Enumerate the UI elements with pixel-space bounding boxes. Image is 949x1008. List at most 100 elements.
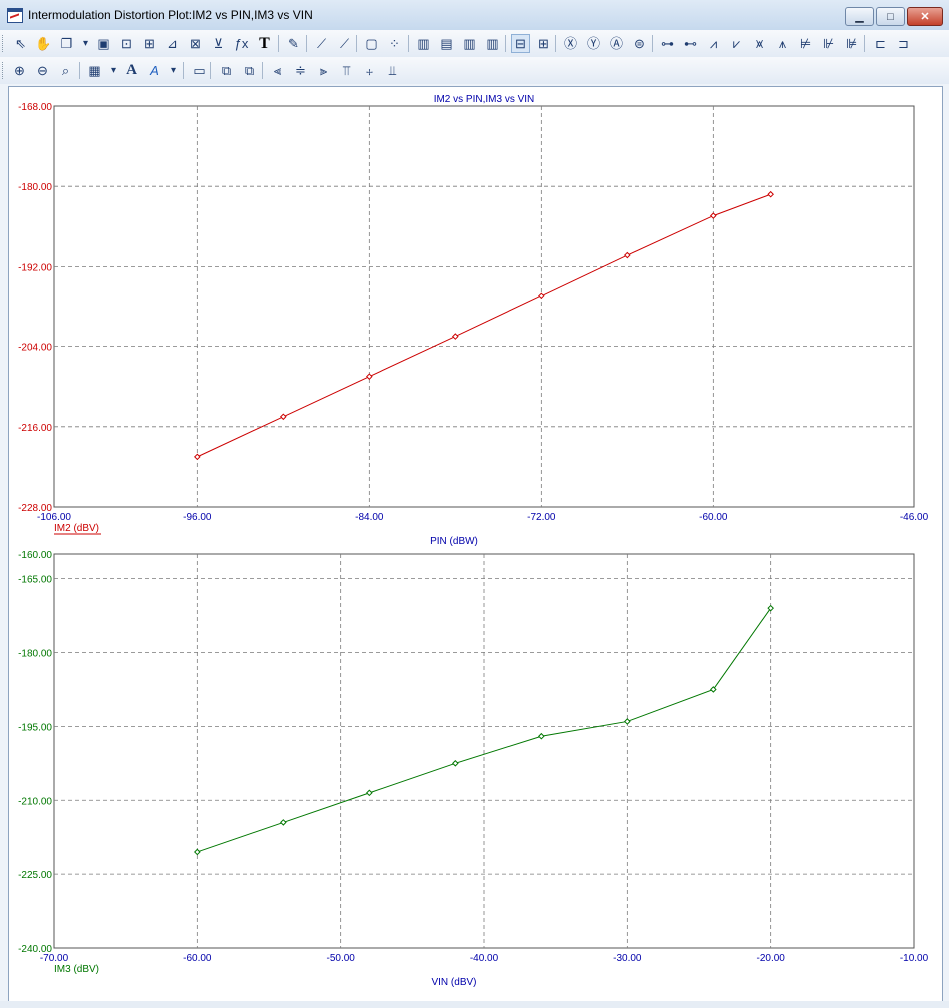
axis-button[interactable]: ⊞ (140, 34, 159, 53)
zoom-100-button[interactable]: ⌕ (56, 61, 75, 80)
pan-hand-button[interactable]: ✋ (34, 34, 53, 53)
chart-2: -70.00 -60.00 -50.00 -40.00 -30.00 -20.00 -10.… (18, 550, 929, 988)
align-bottom-button[interactable]: ⫫ (383, 61, 402, 80)
status-bar (0, 1001, 949, 1008)
slope-neg-button[interactable]: ⩚ (773, 34, 792, 53)
marker-valley-button[interactable]: ⊷ (681, 34, 700, 53)
data-point (194, 453, 201, 461)
toolbar-separator (864, 35, 865, 52)
zoom-x-button[interactable]: Ⓧ (561, 34, 580, 53)
zoom-x-icon: Ⓧ (563, 36, 577, 51)
toolbar-grip[interactable] (2, 35, 6, 52)
trace-button[interactable]: ⊿ (163, 34, 182, 53)
data-point (538, 292, 545, 300)
function-button[interactable]: ƒx (232, 34, 251, 53)
zoom-y-icon: Ⓨ (586, 36, 600, 51)
x-tick-label: -96.00 (183, 512, 212, 523)
data-point (194, 848, 201, 856)
title-bar[interactable]: Intermodulation Distortion Plot:IM2 vs P… (0, 0, 949, 31)
y-axis-label: IM2 (dBV) (54, 523, 99, 534)
properties-button[interactable]: ✎ (284, 34, 303, 53)
y-tick-label: -180.00 (18, 649, 52, 660)
align-middle-button[interactable]: ⧾ (360, 61, 379, 80)
minimize-icon: ▁ (855, 11, 864, 23)
x-axis-label: VIN (dBV) (431, 977, 476, 988)
y-axis-label: IM3 (dBV) (54, 964, 99, 975)
x-tick-label: -72.00 (527, 512, 556, 523)
plot-area[interactable]: -106.00 -96.00 -84.00 -72.00 -60.00 -46.00 -16… (8, 86, 943, 1002)
slope-pos-icon: ⩙ (755, 36, 764, 51)
grid-dots-button[interactable]: ⁘ (385, 34, 404, 53)
plot-canvas[interactable]: -106.00 -96.00 -84.00 -72.00 -60.00 -46.00-16… (9, 87, 942, 1001)
text-tool-button[interactable]: T (255, 34, 274, 53)
close-button[interactable]: ✕ (907, 7, 943, 26)
align-left-button[interactable]: ⫷ (268, 61, 287, 80)
copy-plot-button[interactable]: ❐ (57, 34, 76, 53)
cursor-col4-button[interactable]: ▥ (483, 34, 502, 53)
text-color-button[interactable]: A (145, 61, 164, 80)
layout-grid-button[interactable]: ▦ (85, 61, 104, 80)
app-icon[interactable] (7, 8, 23, 23)
toolbar-separator (210, 62, 211, 79)
image-button[interactable]: ▣ (94, 34, 113, 53)
toolbar-separator (278, 35, 279, 52)
line-plot-button[interactable]: ⟋ (312, 34, 331, 53)
bring-front-button[interactable]: ⧉ (217, 61, 236, 80)
send-back-icon: ⧉ (244, 63, 255, 78)
data-point (538, 732, 545, 740)
select-arrow-button[interactable]: ⇖ (11, 34, 30, 53)
fit-width-button[interactable]: ⊏ (871, 34, 890, 53)
x-tick-label: -84.00 (355, 512, 384, 523)
zoom-reset-button[interactable]: ⊜ (630, 34, 649, 53)
crosshair-button[interactable]: ⊞ (534, 34, 553, 53)
fit-height-button[interactable]: ⊐ (894, 34, 913, 53)
minimize-button[interactable]: ▁ (845, 7, 874, 26)
send-back-button[interactable]: ⧉ (240, 61, 259, 80)
slope-pos-button[interactable]: ⩙ (750, 34, 769, 53)
toolbar-separator (262, 62, 263, 79)
trace-icon: ⊿ (167, 36, 178, 51)
intersect-button[interactable]: ⊭ (796, 34, 815, 53)
font-icon: A (126, 62, 137, 78)
zoom-in-button[interactable]: ⊕ (10, 61, 29, 80)
dropdown-arrow-button[interactable]: ▾ (80, 34, 91, 53)
diff-icon: ⊯ (845, 36, 858, 51)
cross-button[interactable]: ⊮ (819, 34, 838, 53)
cursor-col3-button[interactable]: ▥ (460, 34, 479, 53)
align-center-button[interactable]: ≑ (291, 61, 310, 80)
cursor-col2-button[interactable]: ▤ (437, 34, 456, 53)
fall-icon: ⩗ (732, 36, 741, 51)
align-right-button[interactable]: ⫸ (314, 61, 333, 80)
zoom-out-button[interactable]: ⊖ (33, 61, 52, 80)
hline-button[interactable]: ⊟ (511, 34, 530, 53)
zoom-fit-button[interactable]: ⊡ (117, 34, 136, 53)
hline-icon: ⊟ (515, 36, 526, 51)
point-plot-button[interactable]: ⟋ (335, 34, 354, 53)
zoom-all-button[interactable]: Ⓐ (607, 34, 626, 53)
zoom-y-button[interactable]: Ⓨ (584, 34, 603, 53)
y-tick-label: -204.00 (18, 343, 52, 354)
align-top-button[interactable]: ⫪ (337, 61, 356, 80)
font-button[interactable]: A (122, 61, 141, 80)
toolbar-grip[interactable] (2, 62, 6, 79)
main-toolbar: ⇖ ✋ ❐ ▾ ▣ ⊡ ⊞ ⊿ ⊠ ⊻ ƒx T ✎ ⟋ ⟋ ▢ ⁘ ▥ ▤ ▥ ▥ ⊟ ⊞ Ⓧ Ⓨ Ⓐ ⊜ ⊶ ⊷ ⩘ ⩗ ⩙ ⩚ ⊭ ⊮ ⊯ ⊏ ⊐ (0, 30, 949, 57)
diff-button[interactable]: ⊯ (842, 34, 861, 53)
bring-front-icon: ⧉ (221, 63, 232, 78)
label-button[interactable]: ▭ (190, 61, 209, 80)
measure-button[interactable]: ⊻ (209, 34, 228, 53)
close-icon: ✕ (920, 11, 930, 23)
frame-button[interactable]: ▢ (362, 34, 381, 53)
maximize-button[interactable]: □ (876, 7, 905, 26)
cursor-col1-button[interactable]: ▥ (414, 34, 433, 53)
data-point (710, 212, 717, 219)
marker-peak-button[interactable]: ⊶ (658, 34, 677, 53)
cursor-col3-icon: ▥ (463, 36, 476, 51)
y-tick-label: -168.00 (18, 102, 52, 113)
rise-button[interactable]: ⩘ (704, 34, 723, 53)
dropdown-arrow-icon: ▾ (110, 64, 117, 76)
dropdown-arrow-icon: ▾ (82, 37, 89, 49)
dropdown-arrow-button[interactable]: ▾ (108, 61, 119, 80)
fall-button[interactable]: ⩗ (727, 34, 746, 53)
marker-button[interactable]: ⊠ (186, 34, 205, 53)
dropdown-arrow-button[interactable]: ▾ (168, 61, 179, 80)
